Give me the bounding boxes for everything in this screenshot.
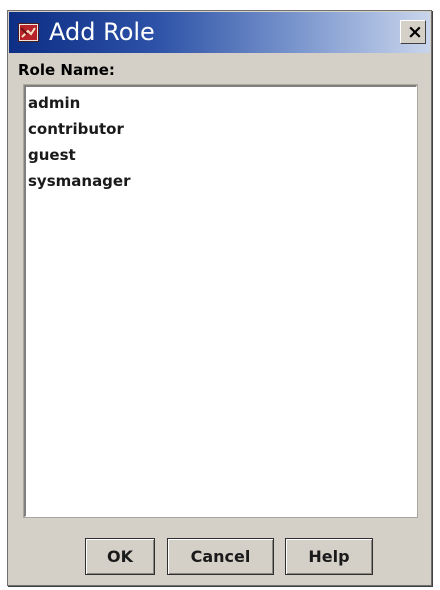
role-app-icon bbox=[18, 23, 39, 42]
dialog-title: Add Role bbox=[49, 18, 155, 46]
help-button[interactable]: Help bbox=[285, 538, 373, 575]
role-name-label: Role Name: bbox=[18, 61, 115, 79]
ok-button[interactable]: OK bbox=[85, 538, 155, 575]
cancel-button[interactable]: Cancel bbox=[167, 538, 274, 575]
title-bar[interactable]: Add Role × bbox=[9, 12, 430, 53]
role-list-item[interactable]: contributor bbox=[28, 117, 416, 143]
role-list-item[interactable]: admin bbox=[28, 91, 416, 117]
add-role-dialog: Add Role × Role Name: admin contributor gu… bbox=[7, 10, 432, 586]
role-list[interactable]: admin contributor guest sysmanager bbox=[23, 84, 418, 518]
role-list-item[interactable]: guest bbox=[28, 143, 416, 169]
role-list-item[interactable]: sysmanager bbox=[28, 169, 416, 195]
close-button[interactable]: × bbox=[400, 20, 426, 44]
